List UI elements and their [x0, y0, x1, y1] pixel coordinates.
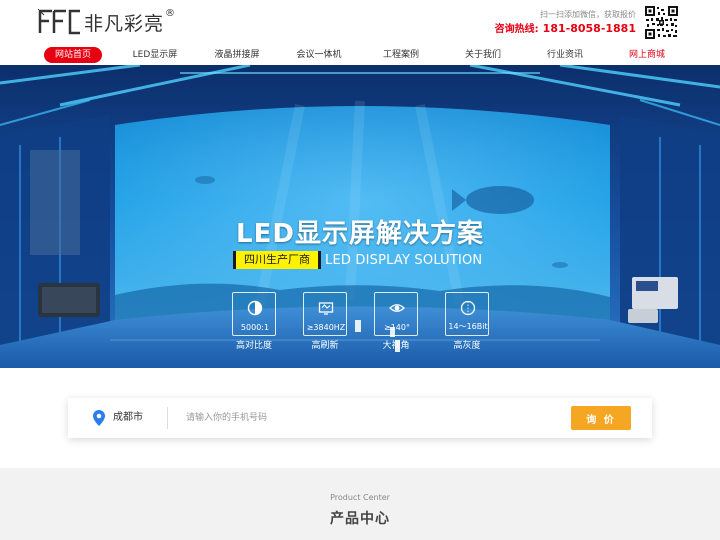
feature-value: ≥140°: [384, 323, 410, 332]
hotline: 咨询热线: 181-8058-1881: [495, 21, 636, 38]
feature-label: 大视角: [382, 341, 410, 351]
feature-value: 14～16Bit: [448, 322, 488, 331]
feature-grayscale: 14～16Bit 高灰度: [445, 292, 489, 351]
inquire-button[interactable]: 询 价: [571, 406, 631, 430]
main-nav: 网站首页 LED显示屏 液晶拼接屏 会议一体机 工程案例 关于我们 行业资讯 网…: [0, 45, 720, 65]
nav-item-lcd-splicing[interactable]: 液晶拼接屏: [208, 47, 266, 63]
registered-mark: ®: [165, 7, 176, 19]
nav-item-home[interactable]: 网站首页: [44, 47, 102, 63]
nav-item-news[interactable]: 行业资讯: [536, 47, 594, 63]
hotline-label: 咨询热线:: [494, 24, 539, 35]
section-title: 产品中心: [330, 511, 390, 527]
nav-item-conference-machine[interactable]: 会议一体机: [290, 47, 348, 63]
site-header: 非凡彩亮 ® 扫一扫添加微信，获取报价 咨询热线: 181-8058-1881: [0, 0, 720, 45]
manufacturer-badge: 四川生产厂商: [233, 251, 321, 269]
nav-item-led-display[interactable]: LED显示屏: [126, 47, 184, 63]
feature-label: 高刷新: [311, 341, 339, 351]
feature-label: 高灰度: [453, 341, 481, 351]
city-selector[interactable]: 成都市: [113, 398, 143, 438]
feature-contrast: 5000:1 高对比度: [232, 292, 276, 351]
location-pin-icon: [93, 410, 105, 426]
brand-name: 非凡彩亮: [84, 12, 165, 35]
quote-inquiry-bar: 成都市 询 价: [68, 398, 652, 438]
feature-label: 高对比度: [235, 341, 272, 351]
feature-refresh: ≥3840HZ 高刷新: [303, 292, 347, 351]
nav-item-shop[interactable]: 网上商城: [618, 47, 676, 63]
contrast-icon: [247, 300, 263, 316]
phone-input[interactable]: [186, 408, 546, 428]
site-logo[interactable]: 非凡彩亮 ®: [38, 6, 175, 38]
eye-icon: [389, 304, 405, 312]
nav-item-about[interactable]: 关于我们: [454, 47, 512, 63]
feature-viewing-angle: ≥140° 大视角: [374, 292, 418, 351]
divider: [167, 407, 168, 429]
banner-subtitle: 四川生产厂商 LED DISPLAY SOLUTION: [233, 251, 482, 269]
product-center-section: Product Center 产品中心: [0, 468, 720, 540]
section-title-english: Product Center: [330, 493, 390, 502]
refresh-icon: [318, 302, 334, 315]
qr-code-icon: [644, 5, 679, 40]
feature-value: 5000:1: [240, 323, 270, 332]
logo-mark-icon: [38, 9, 80, 35]
feature-value: ≥3840HZ: [306, 323, 346, 332]
hotline-number[interactable]: 181-8058-1881: [543, 22, 636, 35]
nav-item-projects[interactable]: 工程案例: [372, 47, 430, 63]
banner-title: LED显示屏解决方案: [236, 219, 484, 249]
wechat-tip: 扫一扫添加微信，获取报价: [540, 10, 636, 19]
hero-banner[interactable]: LED显示屏解决方案 四川生产厂商 LED DISPLAY SOLUTION 5…: [0, 65, 720, 368]
subtitle-english: LED DISPLAY SOLUTION: [325, 252, 483, 268]
contact-info: 扫一扫添加微信，获取报价 咨询热线: 181-8058-1881: [495, 9, 636, 38]
grayscale-icon: [460, 300, 476, 316]
